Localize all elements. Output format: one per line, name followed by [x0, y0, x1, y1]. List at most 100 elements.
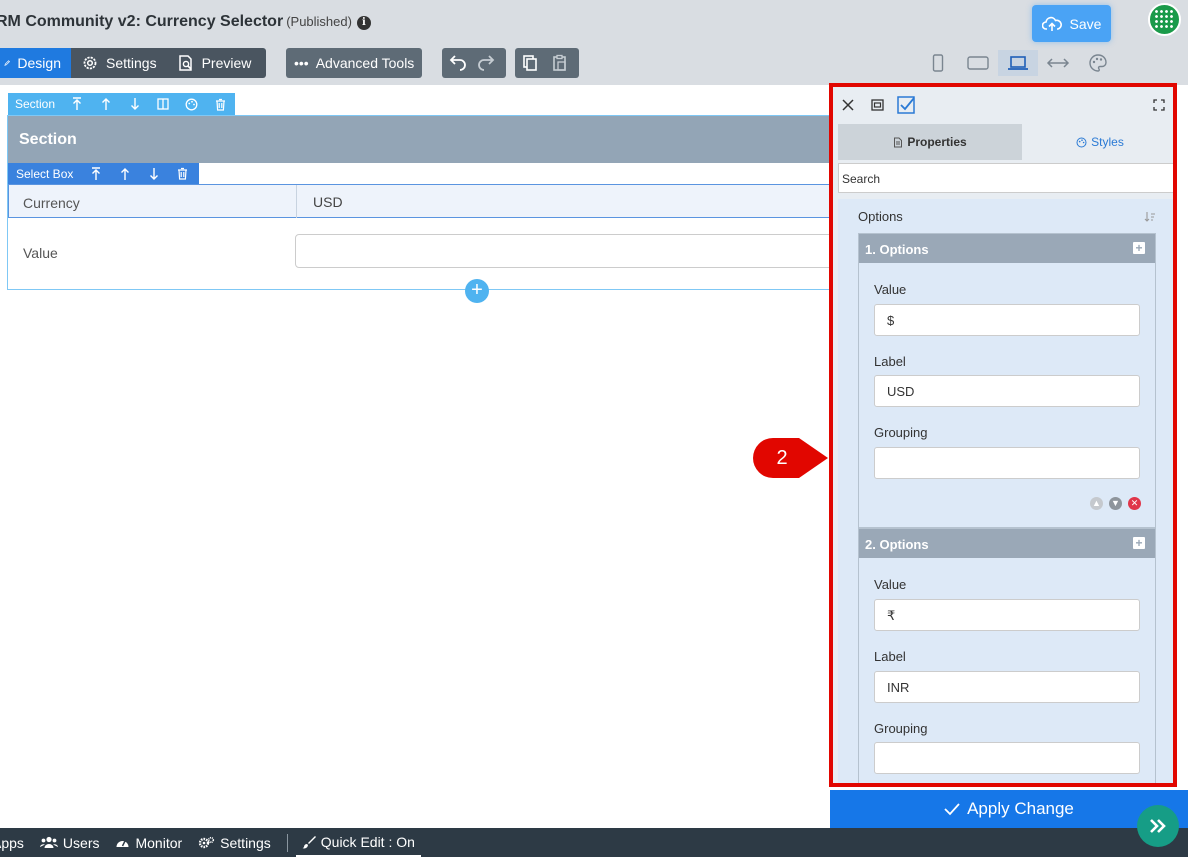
section-style-button[interactable] [178, 93, 207, 115]
section-toolbar: Section [8, 93, 235, 115]
move-up-circle-icon[interactable]: ▲ [1090, 497, 1103, 510]
history-toolbar [442, 48, 506, 78]
design-tab[interactable]: Design [0, 48, 71, 78]
tab-properties[interactable]: Properties [838, 124, 1022, 160]
mobile-icon [932, 54, 944, 72]
selectbox-move-up-button[interactable] [110, 163, 139, 185]
option-label-input[interactable]: INR [874, 671, 1140, 703]
tab-properties-label: Properties [907, 135, 967, 149]
panel-expand-button[interactable] [1145, 91, 1173, 119]
device-switcher [918, 50, 1118, 76]
properties-search-input[interactable]: Search [838, 163, 1173, 193]
footer-monitor[interactable]: Monitor [107, 835, 190, 851]
palette-small-icon [186, 98, 198, 110]
info-icon[interactable]: i [356, 16, 371, 30]
expand-actions-button[interactable] [1137, 805, 1179, 847]
option-grouping-input[interactable] [874, 447, 1140, 479]
currency-select-field[interactable]: Currency USD [8, 184, 838, 218]
gauge-icon [116, 840, 129, 847]
laptop-view-button[interactable] [998, 50, 1038, 76]
option-grouping-label: Grouping [874, 721, 928, 736]
footer-settings-label: Settings [220, 834, 271, 851]
section-title: Section [8, 116, 838, 163]
full-width-button[interactable] [1038, 50, 1078, 76]
arrow-up-icon [102, 98, 111, 110]
add-option-icon[interactable]: + [1133, 242, 1145, 254]
move-down-circle-icon[interactable]: ▼ [1109, 497, 1122, 510]
section-delete-button[interactable] [206, 93, 235, 115]
undo-icon [449, 55, 466, 71]
arrow-down-icon [130, 98, 139, 110]
design-pencil-icon [4, 60, 10, 66]
option-label-input[interactable]: USD [874, 375, 1140, 407]
ellipsis-icon: ••• [294, 55, 309, 71]
move-down-button[interactable] [120, 93, 149, 115]
selectbox-delete-button[interactable] [168, 163, 197, 185]
move-up-button[interactable] [92, 93, 121, 115]
tab-styles-label: Styles [1091, 135, 1124, 149]
footer-monitor-label: Monitor [135, 834, 183, 851]
panel-close-button[interactable] [834, 91, 862, 119]
add-option-icon[interactable]: + [1133, 537, 1145, 549]
settings-tab[interactable]: Settings [71, 48, 167, 78]
option-label-label: Label [874, 354, 906, 369]
clipboard-toolbar [515, 48, 579, 78]
value-label: Value [23, 245, 58, 261]
panel-tabs: Properties Styles [838, 124, 1173, 160]
sort-icon[interactable] [1144, 211, 1156, 223]
tablet-view-button[interactable] [958, 50, 998, 76]
selectbox-move-top-button[interactable] [81, 163, 110, 185]
remove-circle-icon[interactable]: ✕ [1128, 497, 1141, 510]
tab-styles[interactable]: Styles [1022, 124, 1173, 160]
checkmark-icon [944, 803, 960, 816]
footer-settings[interactable]: Settings [190, 835, 279, 851]
option-value-input[interactable]: ₹ [874, 599, 1140, 631]
advanced-tools-label: Advanced Tools [315, 55, 415, 71]
option-header-label: 1. Options [865, 242, 929, 257]
copy-button[interactable] [515, 48, 545, 78]
tablet-icon [967, 56, 989, 70]
footer-apps-label: Apps [0, 834, 24, 851]
mobile-view-button[interactable] [918, 50, 958, 76]
footer-apps[interactable]: Apps [0, 835, 32, 851]
mode-toolbar: Design Settings Preview [0, 48, 266, 78]
publish-status: (Published) [286, 14, 352, 29]
close-icon [842, 99, 854, 111]
arrow-up-bar-icon [91, 166, 100, 180]
palette-icon [1089, 54, 1107, 72]
bottom-bar: Apps Users Monitor Settings Quick Edit :… [0, 828, 1188, 857]
advanced-tools-button[interactable]: ••• Advanced Tools [286, 48, 422, 78]
expand-icon [1153, 99, 1165, 111]
option-value-input[interactable]: $ [874, 304, 1140, 336]
gears-icon [198, 836, 215, 848]
app-title: RM Community v2: Currency Selector [0, 13, 284, 30]
option-grouping-input[interactable] [874, 742, 1140, 774]
undo-button[interactable] [442, 48, 472, 78]
redo-button[interactable] [472, 48, 502, 78]
arrow-up-bar-icon [73, 97, 82, 110]
columns-button[interactable] [149, 93, 178, 115]
move-top-button[interactable] [63, 93, 92, 115]
theme-button[interactable] [1078, 50, 1118, 76]
footer-users[interactable]: Users [32, 835, 108, 851]
add-element-button[interactable]: + [465, 279, 489, 303]
cloud-upload-icon [1041, 16, 1062, 31]
options-title: Options [858, 209, 903, 224]
quick-edit-toggle[interactable]: Quick Edit : On [295, 828, 421, 857]
apply-change-button[interactable]: Apply Change [830, 790, 1188, 828]
preview-tab[interactable]: Preview [167, 48, 262, 78]
trash-icon [216, 98, 226, 111]
panel-collapse-button[interactable] [863, 91, 891, 119]
currency-value: USD [313, 194, 343, 210]
selectbox-move-down-button[interactable] [139, 163, 168, 185]
design-label: Design [17, 55, 61, 71]
value-input[interactable] [295, 234, 840, 268]
double-chevron-right-icon [1150, 819, 1166, 833]
paste-button[interactable] [545, 48, 575, 78]
user-avatar[interactable] [1148, 3, 1181, 36]
panel-apply-check-button[interactable] [892, 91, 920, 119]
step-marker: 2 [753, 438, 829, 478]
save-button[interactable]: Save [1032, 5, 1111, 42]
option-row-controls: ▲ ▼ ✕ [1090, 497, 1141, 510]
field-divider [296, 185, 297, 218]
